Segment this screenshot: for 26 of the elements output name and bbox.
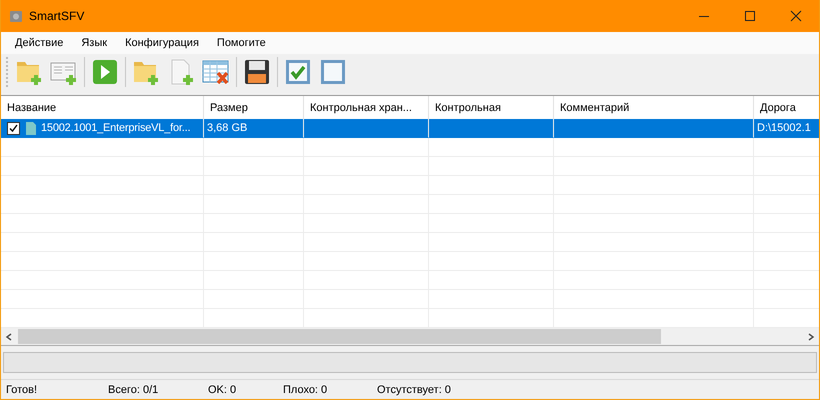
table-cell: D:\15002.1 bbox=[757, 122, 811, 134]
menu-item[interactable]: Язык bbox=[72, 37, 116, 49]
play-icon[interactable] bbox=[90, 57, 120, 87]
menu-item[interactable]: Конфигурация bbox=[116, 37, 208, 49]
scroll-left-icon[interactable] bbox=[5, 332, 13, 340]
window-title: SmartSFV bbox=[29, 9, 84, 23]
menu-item[interactable]: Помогите bbox=[208, 37, 275, 49]
checkbox-checked-icon[interactable] bbox=[283, 57, 313, 87]
maximize-icon bbox=[744, 10, 756, 22]
status-text: OK: 0 bbox=[208, 384, 236, 396]
file-icon bbox=[26, 122, 36, 134]
scrollbar-thumb[interactable] bbox=[18, 329, 661, 344]
table-cell: 15002.1001_EnterpriseVL_for... bbox=[41, 122, 190, 134]
table-cell: 3,68 GB bbox=[207, 122, 248, 134]
app-icon bbox=[9, 9, 23, 23]
menu-item[interactable]: Действие bbox=[6, 37, 72, 49]
horizontal-scrollbar[interactable] bbox=[1, 328, 819, 345]
checkbox-empty-icon[interactable] bbox=[318, 57, 348, 87]
status-text: Отсутствует: 0 bbox=[377, 384, 451, 396]
close-icon bbox=[790, 10, 802, 22]
table-row[interactable]: 15002.1001_EnterpriseVL_for... 3,68 GB D:\15002.1 bbox=[1, 119, 819, 138]
scroll-right-icon[interactable] bbox=[807, 332, 815, 340]
status-text: Плохо: 0 bbox=[283, 384, 328, 396]
checkbox[interactable] bbox=[7, 122, 20, 134]
status-text: Всего: 0/1 bbox=[108, 384, 158, 396]
status-text: Готов! bbox=[6, 384, 38, 396]
